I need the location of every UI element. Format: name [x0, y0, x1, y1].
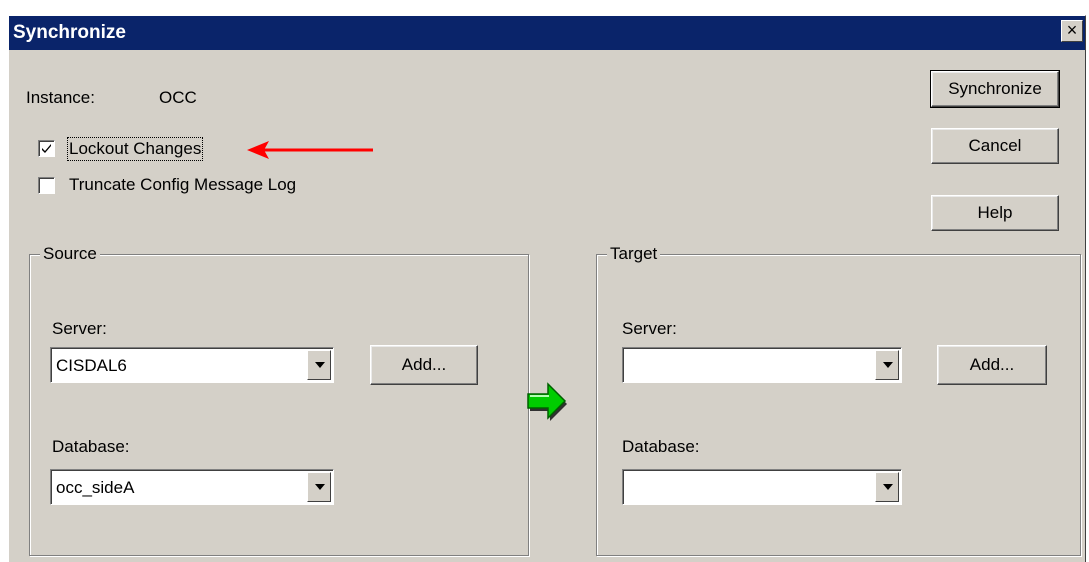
target-server-label: Server:	[622, 319, 677, 338]
instance-label: Instance:	[26, 88, 95, 107]
target-database-label: Database:	[622, 437, 700, 456]
checkmark-icon	[42, 144, 51, 153]
source-add-button[interactable]: Add...	[370, 345, 478, 385]
target-server-dropdown-button[interactable]	[875, 350, 899, 380]
target-add-button[interactable]: Add...	[937, 345, 1047, 385]
synchronize-button[interactable]: Synchronize	[930, 70, 1060, 108]
target-group: Target Server: Add... Database:	[596, 244, 1081, 556]
instance-value: OCC	[159, 88, 197, 107]
annotation-arrow-icon	[247, 141, 373, 159]
lockout-changes-checkbox[interactable]	[38, 140, 55, 157]
cancel-button[interactable]: Cancel	[931, 128, 1059, 164]
title-bar[interactable]: Synchronize ×	[9, 16, 1085, 50]
truncate-log-label[interactable]: Truncate Config Message Log	[69, 175, 296, 195]
source-database-label: Database:	[52, 437, 130, 456]
target-database-dropdown[interactable]	[622, 469, 902, 505]
source-server-value: CISDAL6	[56, 356, 127, 375]
close-button[interactable]: ×	[1061, 20, 1083, 42]
help-button[interactable]: Help	[931, 195, 1059, 231]
target-server-dropdown[interactable]	[622, 347, 902, 383]
truncate-log-checkbox[interactable]	[38, 177, 55, 194]
chevron-down-icon	[883, 362, 893, 368]
synchronize-dialog: Synchronize × Instance: OCC Lockout Chan…	[8, 15, 1086, 562]
source-server-dropdown[interactable]: CISDAL6	[50, 347, 334, 383]
lockout-changes-label[interactable]: Lockout Changes	[66, 137, 204, 161]
window-title: Synchronize	[13, 22, 126, 43]
target-group-title: Target	[607, 244, 661, 264]
chevron-down-icon	[883, 484, 893, 490]
source-database-dropdown[interactable]: occ_sideA	[50, 469, 334, 505]
source-server-dropdown-button[interactable]	[307, 350, 331, 380]
sync-direction-arrow-icon	[522, 379, 570, 427]
chevron-down-icon	[315, 484, 325, 490]
target-database-dropdown-button[interactable]	[875, 472, 899, 502]
chevron-down-icon	[315, 362, 325, 368]
source-group-title: Source	[40, 244, 100, 264]
source-server-label: Server:	[52, 319, 107, 338]
source-group: Source Server: CISDAL6 Add... Database: …	[29, 244, 529, 556]
source-database-value: occ_sideA	[56, 478, 135, 497]
source-database-dropdown-button[interactable]	[307, 472, 331, 502]
